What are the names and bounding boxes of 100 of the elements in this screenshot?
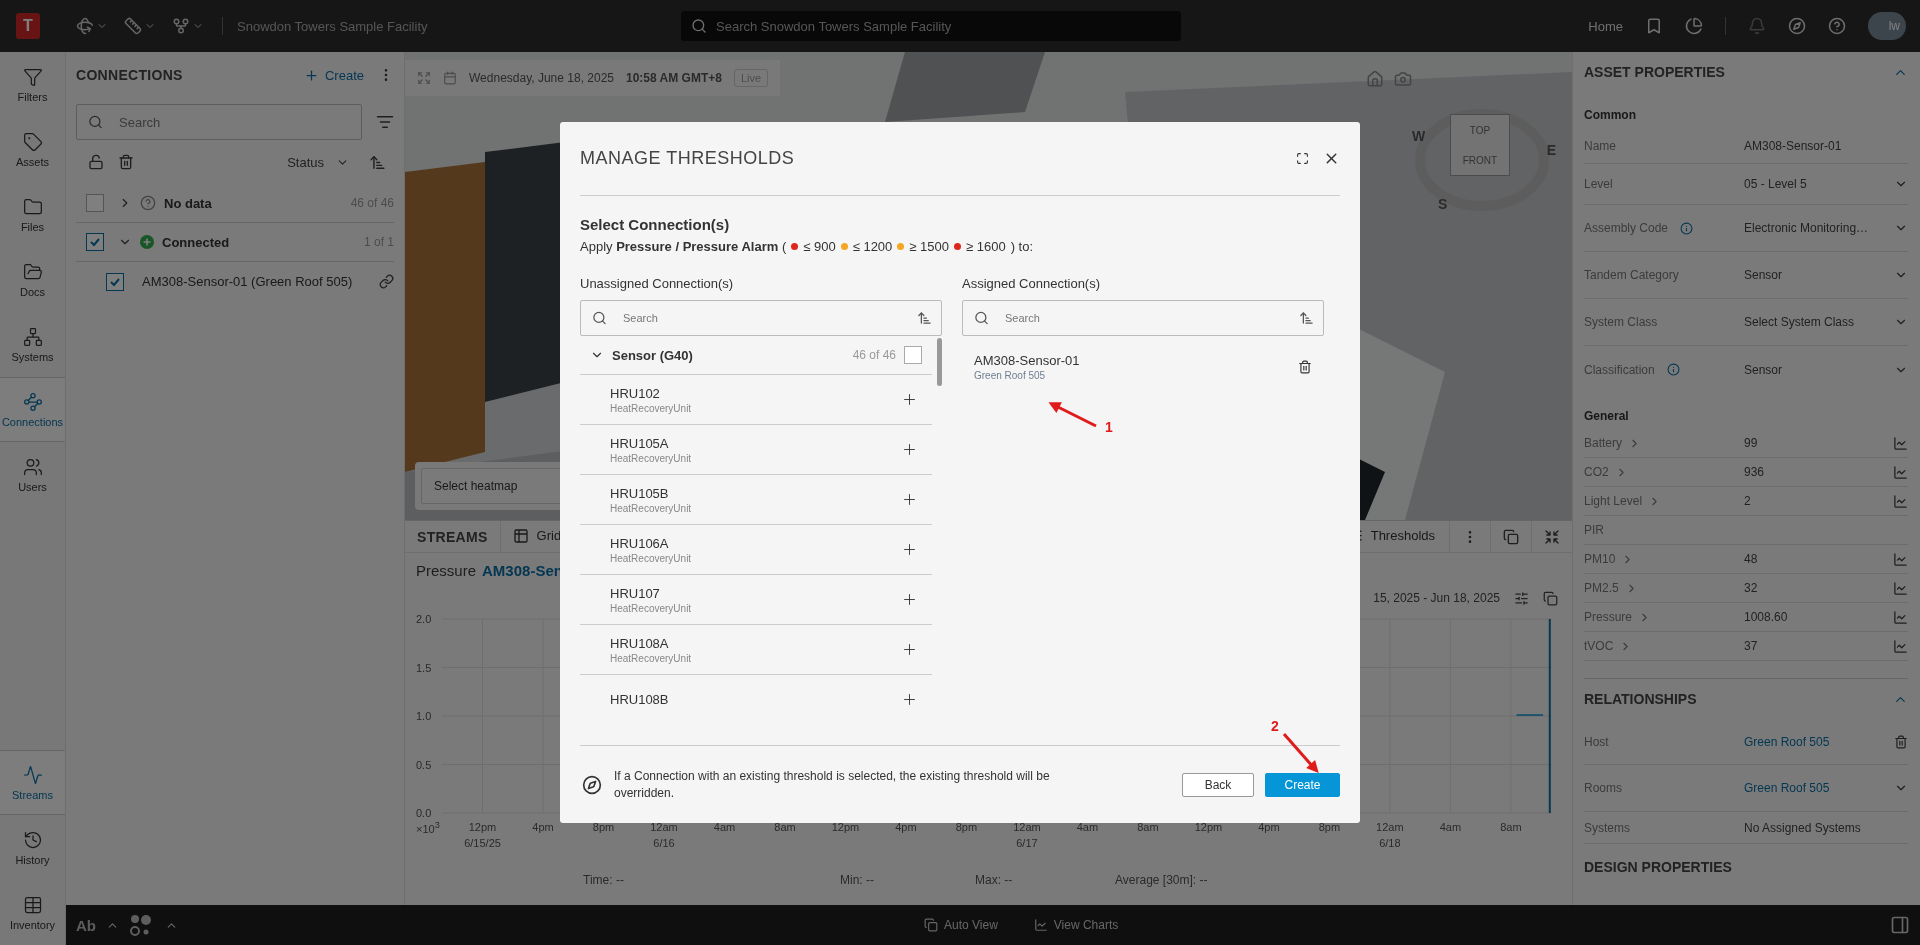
axis-label: 0.5 <box>416 758 432 771</box>
connection-type: HeatRecoveryUnit <box>610 402 693 414</box>
property-label: PM2.5 <box>1584 581 1619 595</box>
sidebar-item[interactable]: Assets <box>0 117 65 182</box>
compass-letter[interactable]: W <box>1412 128 1426 144</box>
search-field[interactable]: Search <box>580 300 942 336</box>
property-value: AM308-Sensor-01 <box>1744 138 1843 153</box>
cube-label[interactable]: FRONT <box>1462 154 1498 166</box>
annotation-number: 2 <box>1271 718 1279 734</box>
axis-label: 1.5 <box>416 661 432 674</box>
dialog-title: MANAGE THRESHOLDS <box>580 148 795 169</box>
connection-name[interactable]: AM308-Sensor-01 (Green Roof 505) <box>142 274 353 289</box>
axis-label: 4pm <box>895 820 917 835</box>
axis-label: 12pm <box>1194 820 1223 835</box>
axis-unit: ×10$^{3}$ <box>416 820 440 835</box>
property-label: Name <box>1584 138 1616 153</box>
sidebar-item[interactable]: Inventory <box>0 880 65 945</box>
apply-text: ) to: <box>1010 239 1034 254</box>
property-value[interactable]: Electronic Monitoring… <box>1744 221 1894 235</box>
property-label: Rooms <box>1584 781 1622 795</box>
view-cube[interactable]: TOP FRONT <box>1450 114 1510 176</box>
group-label: Sensor (G40) <box>612 347 693 363</box>
property-value[interactable]: 05 - Level 5 <box>1744 177 1894 191</box>
axis-label: 8am <box>1137 820 1159 835</box>
connection-name: HRU105A <box>610 435 670 451</box>
property-value: Green Roof 505 <box>1744 781 1831 795</box>
view-tab[interactable]: Grid <box>500 521 574 552</box>
search-field[interactable]: Search <box>76 104 362 140</box>
property-label: tVOC <box>1584 639 1614 653</box>
axis-label: 4pm <box>1258 820 1280 835</box>
metric-name: Pressure <box>416 561 477 579</box>
connection-type: HeatRecoveryUnit <box>610 652 693 664</box>
asset-link[interactable]: AM308-Sen <box>482 561 563 579</box>
sidebar-item[interactable]: Filters <box>0 52 65 117</box>
column-title: Unassigned Connection(s) <box>580 276 735 291</box>
property-label: Assembly Code <box>1584 221 1669 235</box>
axis-label: 1.0 <box>416 710 432 722</box>
section-title: Common <box>1584 107 1637 124</box>
search-field[interactable]: Search <box>962 300 1324 336</box>
stat-text: Average [30m]: -- <box>1115 873 1209 887</box>
stat-text: Min: -- <box>840 873 875 887</box>
connection-type: HeatRecoveryUnit <box>610 552 693 564</box>
axis-label: 8pm <box>1318 820 1341 835</box>
compass-letter[interactable]: S <box>1438 196 1448 212</box>
connection-name: HRU108A <box>610 635 670 651</box>
compass-letter[interactable]: E <box>1546 142 1556 158</box>
property-label: Pressure <box>1584 610 1633 624</box>
sidebar-item[interactable]: Files <box>0 182 65 247</box>
axis-label: 4pm <box>532 820 554 835</box>
property-value[interactable]: Sensor <box>1744 268 1894 282</box>
annotation-number: 1 <box>1105 419 1113 435</box>
date-range: 15, 2025 - Jun 18, 2025 <box>1373 591 1500 605</box>
create-button[interactable]: Create <box>297 66 370 84</box>
property-label: System Class <box>1584 315 1658 329</box>
sidebar-item[interactable]: Systems <box>0 312 65 377</box>
sort-select[interactable]: Status <box>281 153 355 171</box>
property-value: No Assigned Systems <box>1744 820 1862 835</box>
sidebar-item[interactable]: Connections <box>0 377 65 442</box>
sidebar-item[interactable]: Streams <box>0 750 65 815</box>
user-avatar[interactable]: lw <box>1868 12 1906 40</box>
property-value[interactable]: Sensor <box>1744 362 1894 377</box>
group-label: No data <box>164 195 212 211</box>
axis-label: 4am <box>1439 820 1462 835</box>
axis-label: 8pm <box>592 820 615 835</box>
property-label: CO2 <box>1584 465 1609 479</box>
date-text: Wednesday, June 18, 2025 <box>469 71 614 85</box>
group-label: Connected <box>162 234 230 250</box>
property-value: 32 <box>1744 581 1759 595</box>
property-label: Tandem Category <box>1584 268 1679 282</box>
text-style-button[interactable]: Ab <box>76 916 96 934</box>
sidebar-item[interactable]: Docs <box>0 247 65 312</box>
connection-type: HeatRecoveryUnit <box>610 452 693 464</box>
cube-label[interactable]: TOP <box>1469 124 1491 136</box>
auto-view-button[interactable]: Auto View <box>918 917 1004 933</box>
connection-name: HRU102 <box>610 385 661 401</box>
connection-type: HeatRecoveryUnit <box>610 602 693 614</box>
sidebar-item[interactable]: Users <box>0 442 65 507</box>
threshold-value: ≥ 1500 <box>909 239 949 254</box>
property-label: Classification <box>1584 362 1655 377</box>
property-label: PM10 <box>1584 552 1616 566</box>
property-label: Systems <box>1584 820 1630 835</box>
home-link[interactable]: Home <box>1588 18 1623 34</box>
stat-text: Max: -- <box>975 873 1014 887</box>
search-field[interactable]: Search Snowdon Towers Sample Facility <box>681 11 1181 41</box>
panel-title: ASSET PROPERTIES <box>1584 64 1725 80</box>
axis-label: 12pm 6/15/25 <box>464 820 501 851</box>
panel-title: CONNECTIONS <box>76 67 183 83</box>
property-label: Level <box>1584 177 1613 191</box>
facility-name: Snowdon Towers Sample Facility <box>237 18 429 34</box>
property-label: Battery <box>1584 436 1622 450</box>
threshold-value: ≥ 1600 <box>966 239 1006 254</box>
property-value[interactable]: Select System Class <box>1744 315 1894 329</box>
view-charts-button[interactable]: View Charts <box>1027 917 1125 933</box>
app-logo[interactable]: T <box>16 13 40 39</box>
sidebar-item[interactable]: History <box>0 815 65 880</box>
back-button[interactable]: Back <box>1182 772 1254 797</box>
property-label: Host <box>1584 734 1609 749</box>
time-text: 10:58 AM GMT+8 <box>626 71 722 85</box>
axis-label: 12am 6/16 <box>650 820 678 851</box>
create-button[interactable]: Create <box>1265 772 1340 797</box>
